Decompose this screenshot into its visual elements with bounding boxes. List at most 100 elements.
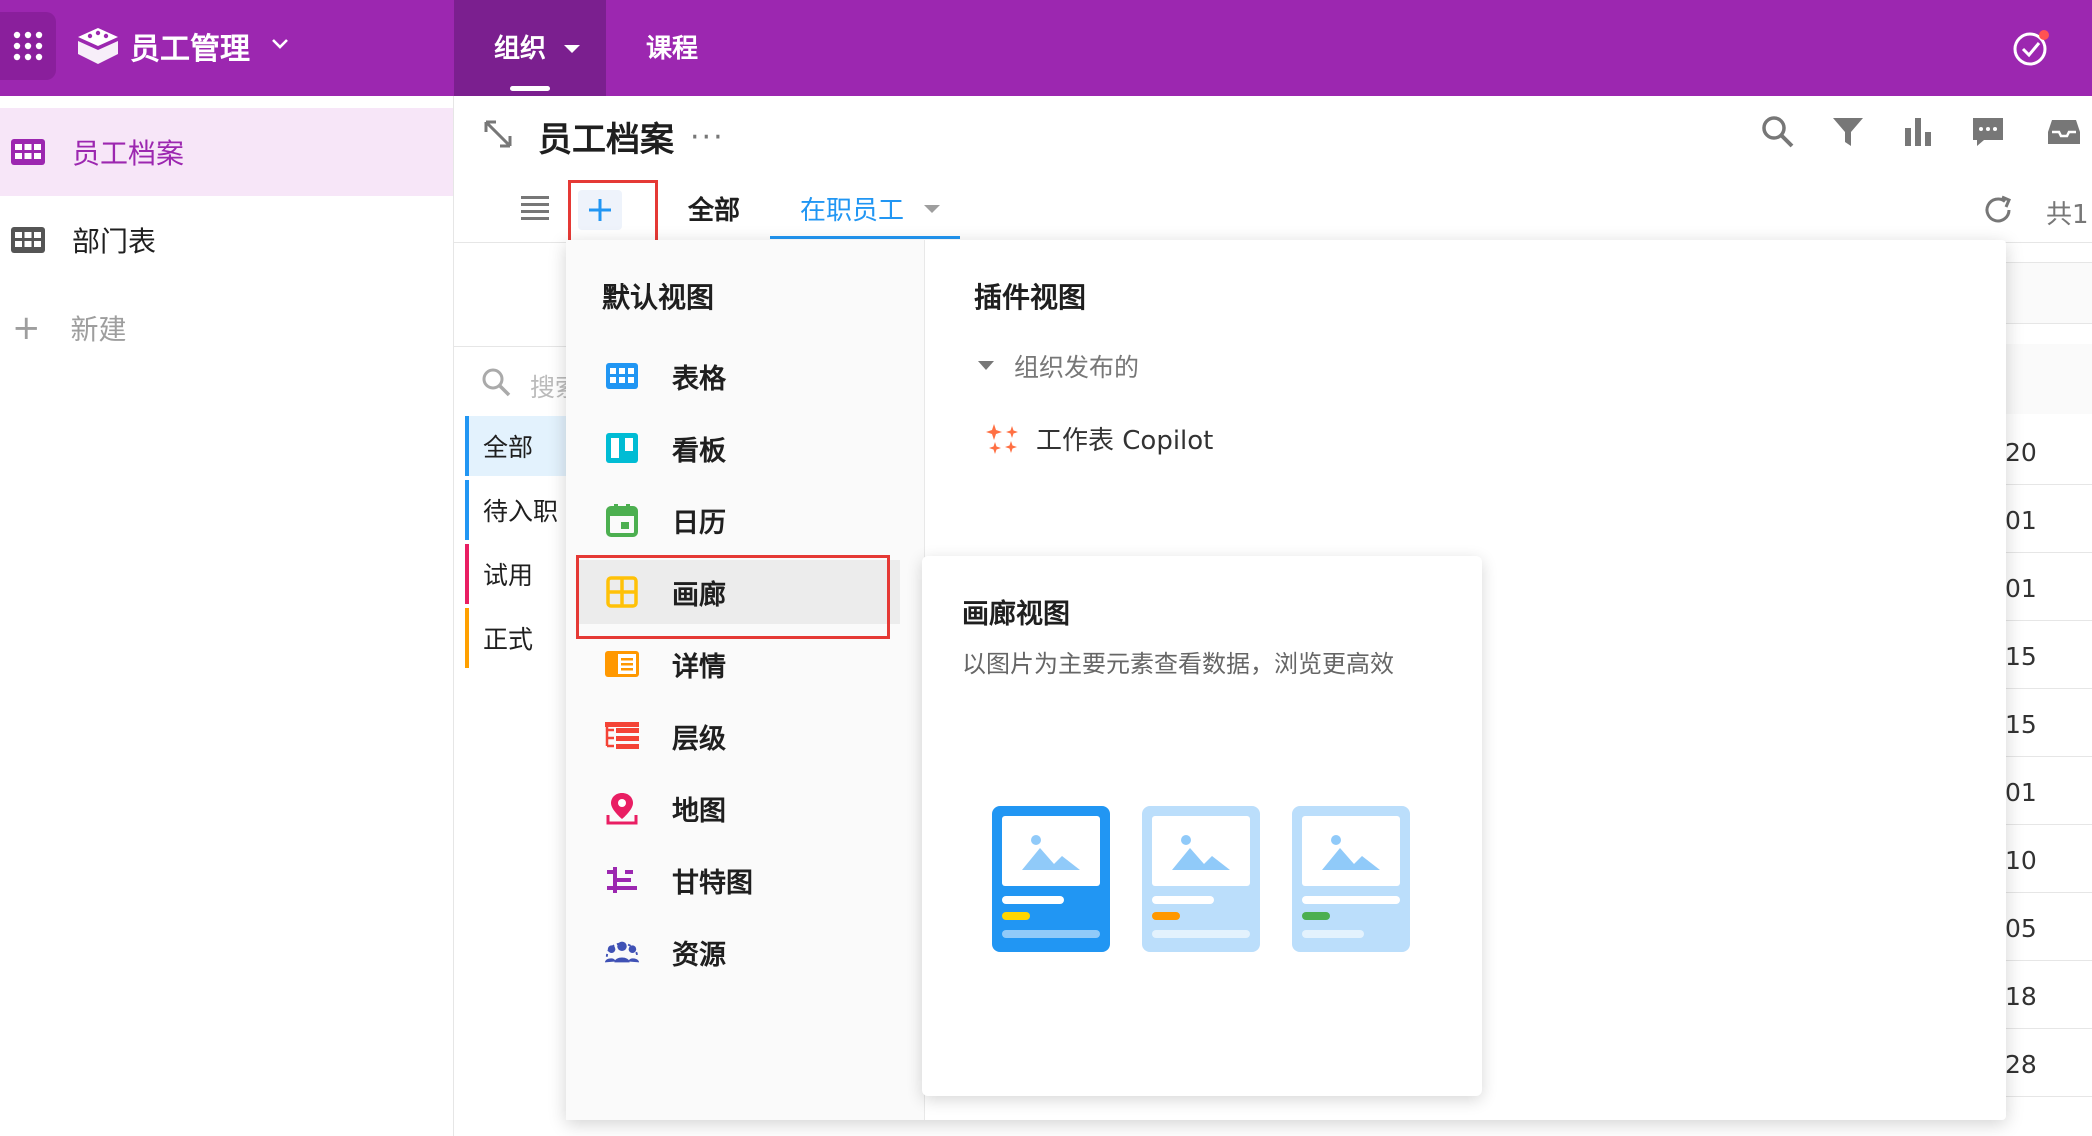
worksheet-sidebar: 员工档案 部门表 + 新建 (0, 96, 454, 1136)
tooltip-title: 画廊视图 (962, 599, 1070, 630)
table-cell: 20 (2005, 438, 2037, 467)
view-option-map[interactable]: 地图 (576, 776, 900, 840)
table-cell: 01 (2005, 778, 2037, 807)
table-header-fragment (2005, 344, 2092, 414)
table-cell: 10 (2005, 846, 2037, 875)
tab-organization-label[interactable]: 组织 (494, 28, 546, 65)
sidebar-new-button[interactable]: + 新建 (0, 284, 453, 372)
row-divider (2005, 688, 2092, 689)
tab-view-all[interactable]: 全部 (688, 190, 740, 227)
more-options-icon[interactable]: ··· (690, 120, 725, 155)
default-views-column: 默认视图 表格 看板 日历 画廊 详情 层级 地图 甘特图 资源 (566, 240, 925, 1120)
row-divider (2005, 552, 2092, 553)
expand-collapse-icon[interactable] (482, 118, 514, 154)
view-list-menu-icon[interactable] (520, 194, 550, 224)
collapse-triangle-icon[interactable] (976, 358, 996, 377)
view-option-label: 日历 (672, 507, 726, 539)
inbox-icon[interactable] (2046, 114, 2082, 150)
plus-icon: + (12, 308, 41, 348)
kanban-view-icon (604, 430, 640, 466)
hierarchy-view-icon (604, 718, 640, 754)
view-option-label: 看板 (672, 435, 726, 467)
worksheet-title: 员工档案 (538, 120, 674, 160)
tooltip-description: 以图片为主要元素查看数据，浏览更高效 (962, 650, 1394, 678)
table-cell: 18 (2005, 982, 2037, 1011)
app-launcher-button[interactable] (0, 12, 56, 80)
plugin-item-copilot[interactable]: 工作表 Copilot (986, 420, 1213, 457)
filter-item-pending[interactable]: 待入职 (465, 480, 575, 540)
view-option-label: 详情 (672, 651, 726, 683)
table-header-fragment (2005, 262, 2092, 324)
sidebar-item-employee-records[interactable]: 员工档案 (0, 108, 453, 196)
table-cell: 01 (2005, 574, 2037, 603)
active-tab-indicator (510, 86, 550, 91)
view-option-label: 地图 (672, 795, 726, 827)
row-divider (2005, 756, 2092, 757)
plugin-group-label[interactable]: 组织发布的 (1014, 348, 1139, 384)
filter-divider (454, 346, 574, 347)
view-option-detail[interactable]: 详情 (576, 632, 900, 696)
view-option-label: 表格 (672, 363, 726, 395)
gallery-view-tooltip: 画廊视图 以图片为主要元素查看数据，浏览更高效 (922, 556, 1482, 1096)
refresh-icon[interactable] (1982, 194, 2014, 230)
sidebar-item-label: 员工档案 (72, 137, 185, 170)
gantt-view-icon (604, 862, 640, 898)
map-view-icon (604, 790, 640, 826)
filter-icon[interactable] (1830, 114, 1866, 150)
plugin-item-label: 工作表 Copilot (1036, 426, 1214, 456)
view-option-hierarchy[interactable]: 层级 (576, 704, 900, 768)
table-cell: 15 (2005, 710, 2037, 739)
filter-item-all[interactable]: 全部 (465, 416, 575, 476)
row-divider (2005, 484, 2092, 485)
row-divider (2005, 1096, 2092, 1097)
resource-view-icon (604, 934, 640, 970)
row-divider (2005, 620, 2092, 621)
view-option-resource[interactable]: 资源 (576, 920, 900, 984)
tab-course[interactable]: 课程 (646, 28, 698, 65)
table-cell: 05 (2005, 914, 2037, 943)
view-option-kanban[interactable]: 看板 (576, 416, 900, 480)
app-logo-icon (76, 26, 120, 70)
table-view-icon (604, 358, 640, 394)
statistics-chart-icon[interactable] (1900, 114, 1936, 150)
filter-item-formal[interactable]: 正式 (465, 608, 575, 668)
grid-table-icon (11, 139, 45, 165)
tab-view-caret-icon[interactable] (922, 200, 942, 219)
tab-organization-caret-icon[interactable] (562, 40, 582, 59)
filter-item-probation[interactable]: 试用 (465, 544, 575, 604)
view-option-label: 甘特图 (672, 867, 753, 899)
row-divider (2005, 960, 2092, 961)
row-divider (2005, 824, 2092, 825)
filter-search-icon (480, 366, 512, 402)
app-grid-icon (13, 31, 43, 61)
record-count: 共1 (2046, 200, 2089, 230)
task-check-icon[interactable] (2012, 28, 2052, 72)
sidebar-item-label: 部门表 (72, 225, 157, 258)
gallery-option-highlight (576, 555, 890, 639)
add-view-highlight (568, 180, 658, 244)
tab-view-active-employees[interactable]: 在职员工 (800, 190, 904, 227)
view-option-gantt[interactable]: 甘特图 (576, 848, 900, 912)
plugin-views-title: 插件视图 (974, 281, 1087, 314)
calendar-view-icon (604, 502, 640, 538)
table-cell: 15 (2005, 642, 2037, 671)
sidebar-item-departments[interactable]: 部门表 (0, 196, 453, 284)
view-option-label: 层级 (672, 723, 726, 755)
view-option-table[interactable]: 表格 (576, 344, 900, 408)
table-cell: 28 (2005, 1050, 2037, 1079)
active-view-indicator (770, 236, 960, 239)
top-app-bar: 员工管理 组织 课程 (0, 0, 2092, 96)
view-option-calendar[interactable]: 日历 (576, 488, 900, 552)
gallery-illustration (992, 806, 1412, 960)
grid-table-icon (11, 227, 45, 253)
row-divider (2005, 892, 2092, 893)
search-icon[interactable] (1760, 114, 1796, 150)
app-title[interactable]: 员工管理 (130, 24, 250, 68)
filter-search-input[interactable]: 搜索 (530, 368, 566, 404)
table-cell: 01 (2005, 506, 2037, 535)
comment-icon[interactable] (1970, 114, 2006, 150)
copilot-sparkle-icon (986, 423, 1018, 454)
sidebar-new-label: 新建 (70, 313, 127, 346)
detail-view-icon (604, 646, 640, 682)
app-title-chevron-down-icon[interactable] (270, 36, 290, 55)
